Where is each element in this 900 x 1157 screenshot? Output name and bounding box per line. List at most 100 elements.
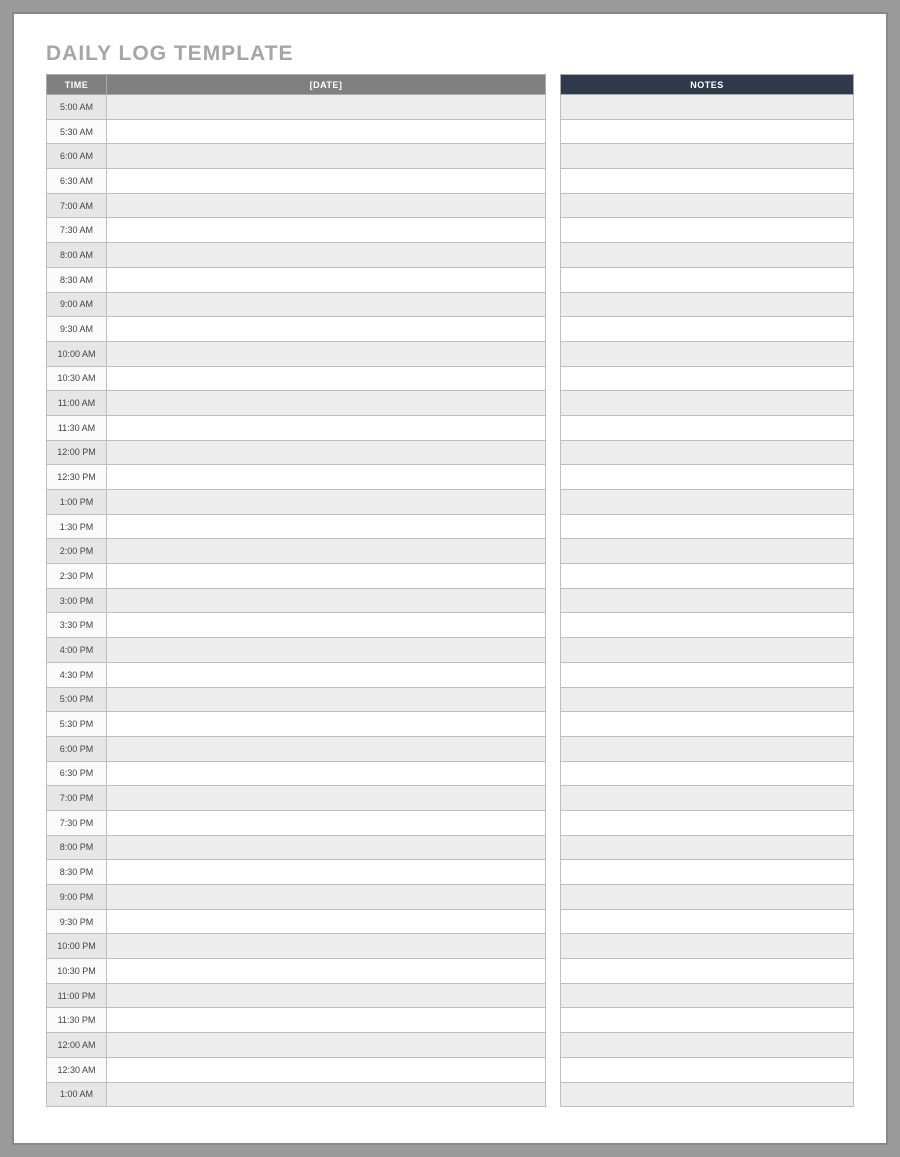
notes-cell[interactable] <box>561 539 854 564</box>
notes-cell[interactable] <box>561 465 854 490</box>
entry-cell[interactable] <box>107 934 546 959</box>
table-row: 9:00 AM <box>47 292 546 317</box>
notes-cell[interactable] <box>561 712 854 737</box>
entry-cell[interactable] <box>107 885 546 910</box>
entry-cell[interactable] <box>107 786 546 811</box>
entry-cell[interactable] <box>107 687 546 712</box>
table-row <box>561 539 854 564</box>
entry-cell[interactable] <box>107 1008 546 1033</box>
notes-cell[interactable] <box>561 391 854 416</box>
time-cell: 4:00 PM <box>47 638 107 663</box>
table-row: 12:00 AM <box>47 1033 546 1058</box>
notes-cell[interactable] <box>561 983 854 1008</box>
entry-cell[interactable] <box>107 267 546 292</box>
table-row: 12:30 AM <box>47 1057 546 1082</box>
table-row <box>561 366 854 391</box>
notes-cell[interactable] <box>561 736 854 761</box>
entry-cell[interactable] <box>107 1033 546 1058</box>
notes-cell[interactable] <box>561 1008 854 1033</box>
table-row: 3:30 PM <box>47 613 546 638</box>
entry-cell[interactable] <box>107 490 546 515</box>
entry-cell[interactable] <box>107 292 546 317</box>
table-row: 5:00 AM <box>47 95 546 120</box>
entry-cell[interactable] <box>107 415 546 440</box>
notes-cell[interactable] <box>561 835 854 860</box>
notes-cell[interactable] <box>561 440 854 465</box>
entry-cell[interactable] <box>107 341 546 366</box>
entry-cell[interactable] <box>107 366 546 391</box>
notes-cell[interactable] <box>561 564 854 589</box>
entry-cell[interactable] <box>107 761 546 786</box>
page-title: DAILY LOG TEMPLATE <box>46 42 854 66</box>
notes-cell[interactable] <box>561 218 854 243</box>
table-row <box>561 835 854 860</box>
entry-cell[interactable] <box>107 638 546 663</box>
entry-cell[interactable] <box>107 712 546 737</box>
time-cell: 11:30 PM <box>47 1008 107 1033</box>
entry-cell[interactable] <box>107 613 546 638</box>
notes-block: NOTES <box>560 74 854 1107</box>
notes-cell[interactable] <box>561 341 854 366</box>
entry-cell[interactable] <box>107 119 546 144</box>
notes-cell[interactable] <box>561 243 854 268</box>
entry-cell[interactable] <box>107 144 546 169</box>
notes-cell[interactable] <box>561 144 854 169</box>
entry-cell[interactable] <box>107 860 546 885</box>
notes-cell[interactable] <box>561 267 854 292</box>
notes-cell[interactable] <box>561 687 854 712</box>
table-row: 3:00 PM <box>47 588 546 613</box>
entry-cell[interactable] <box>107 736 546 761</box>
entry-cell[interactable] <box>107 959 546 984</box>
notes-cell[interactable] <box>561 959 854 984</box>
notes-cell[interactable] <box>561 909 854 934</box>
entry-cell[interactable] <box>107 662 546 687</box>
notes-cell[interactable] <box>561 317 854 342</box>
entry-cell[interactable] <box>107 465 546 490</box>
entry-cell[interactable] <box>107 169 546 194</box>
entry-cell[interactable] <box>107 243 546 268</box>
entry-cell[interactable] <box>107 218 546 243</box>
notes-cell[interactable] <box>561 169 854 194</box>
table-row: 11:30 AM <box>47 415 546 440</box>
notes-cell[interactable] <box>561 662 854 687</box>
notes-cell[interactable] <box>561 613 854 638</box>
notes-cell[interactable] <box>561 588 854 613</box>
entry-cell[interactable] <box>107 835 546 860</box>
entry-cell[interactable] <box>107 909 546 934</box>
notes-cell[interactable] <box>561 1057 854 1082</box>
notes-cell[interactable] <box>561 292 854 317</box>
notes-cell[interactable] <box>561 415 854 440</box>
entry-cell[interactable] <box>107 317 546 342</box>
entry-cell[interactable] <box>107 539 546 564</box>
notes-cell[interactable] <box>561 1033 854 1058</box>
entry-cell[interactable] <box>107 193 546 218</box>
entry-cell[interactable] <box>107 983 546 1008</box>
entry-cell[interactable] <box>107 588 546 613</box>
entry-cell[interactable] <box>107 514 546 539</box>
notes-cell[interactable] <box>561 810 854 835</box>
notes-cell[interactable] <box>561 786 854 811</box>
time-cell: 8:00 PM <box>47 835 107 860</box>
notes-cell[interactable] <box>561 366 854 391</box>
entry-cell[interactable] <box>107 1082 546 1107</box>
notes-cell[interactable] <box>561 638 854 663</box>
notes-cell[interactable] <box>561 761 854 786</box>
notes-cell[interactable] <box>561 193 854 218</box>
column-header-date: [DATE] <box>107 75 546 95</box>
notes-cell[interactable] <box>561 860 854 885</box>
entry-cell[interactable] <box>107 810 546 835</box>
entry-cell[interactable] <box>107 1057 546 1082</box>
notes-cell[interactable] <box>561 95 854 120</box>
entry-cell[interactable] <box>107 564 546 589</box>
entry-cell[interactable] <box>107 95 546 120</box>
notes-cell[interactable] <box>561 490 854 515</box>
table-row <box>561 267 854 292</box>
notes-cell[interactable] <box>561 514 854 539</box>
notes-cell[interactable] <box>561 1082 854 1107</box>
entry-cell[interactable] <box>107 440 546 465</box>
entry-cell[interactable] <box>107 391 546 416</box>
notes-cell[interactable] <box>561 934 854 959</box>
notes-cell[interactable] <box>561 119 854 144</box>
table-row <box>561 736 854 761</box>
notes-cell[interactable] <box>561 885 854 910</box>
